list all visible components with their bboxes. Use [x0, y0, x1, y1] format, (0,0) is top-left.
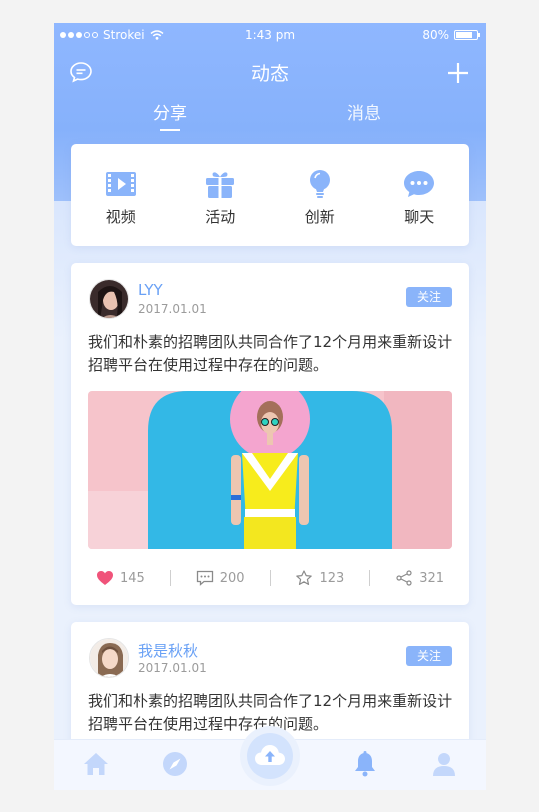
phone-screen: Strokei 1:43 pm 80% 动态 分享 消息 视频 活动 创新 聊天…	[54, 23, 486, 790]
status-bar: Strokei 1:43 pm 80%	[54, 23, 486, 47]
share-button[interactable]: 321	[370, 570, 469, 586]
status-time: 1:43 pm	[244, 28, 296, 42]
comment-button[interactable]: 200	[171, 570, 270, 586]
profile-icon[interactable]	[430, 750, 458, 778]
post-date: 2017.01.01	[138, 302, 207, 316]
tab-share[interactable]: 分享	[130, 99, 210, 124]
category-label: 聊天	[404, 208, 435, 226]
tab-active-indicator	[160, 129, 180, 131]
post-date: 2017.01.01	[138, 661, 207, 675]
post-username[interactable]: 我是秋秋	[138, 640, 198, 661]
upload-icon	[255, 745, 285, 765]
compass-icon[interactable]	[161, 750, 189, 778]
chat-icon	[404, 171, 435, 197]
category-video[interactable]: 视频	[71, 144, 171, 246]
category-label: 活动	[205, 208, 236, 226]
bell-icon[interactable]	[351, 750, 379, 778]
share-icon	[396, 570, 412, 586]
heart-icon	[96, 571, 113, 585]
category-label: 视频	[105, 208, 136, 226]
upload-button[interactable]	[240, 726, 300, 786]
comment-count: 200	[219, 570, 245, 586]
category-card: 视频 活动 创新 聊天	[71, 144, 469, 246]
upload-button-inner	[247, 733, 293, 779]
follow-button[interactable]: 关注	[406, 646, 452, 666]
category-activity[interactable]: 活动	[171, 144, 271, 246]
star-count: 123	[319, 570, 345, 586]
home-icon[interactable]	[82, 750, 110, 778]
share-count: 321	[419, 570, 445, 586]
video-icon	[105, 172, 136, 196]
post-card: LYY 2017.01.01 关注 我们和朴素的招聘团队共同合作了12个月用来重…	[71, 263, 469, 605]
category-chat[interactable]: 聊天	[370, 144, 470, 246]
page-title: 动态	[250, 63, 289, 85]
tab-bar-top: 分享 消息	[54, 99, 486, 135]
plus-icon[interactable]	[446, 61, 470, 85]
follow-button[interactable]: 关注	[406, 287, 452, 307]
avatar[interactable]	[89, 279, 129, 319]
star-icon	[296, 570, 313, 585]
post-username[interactable]: LYY	[138, 281, 163, 299]
like-button[interactable]: 145	[71, 570, 170, 586]
like-count: 145	[119, 570, 145, 586]
battery-percent: 80%	[422, 28, 449, 42]
tab-messages[interactable]: 消息	[324, 99, 404, 124]
star-button[interactable]: 123	[271, 570, 370, 586]
post-actions: 145 200 123 321	[71, 563, 469, 593]
category-innovation[interactable]: 创新	[270, 144, 370, 246]
gift-icon	[206, 172, 235, 198]
comment-icon	[196, 570, 213, 586]
lightbulb-icon	[309, 170, 330, 198]
category-label: 创新	[304, 208, 335, 226]
status-right: 80%	[422, 28, 480, 42]
avatar[interactable]	[89, 638, 129, 678]
post-text: 我们和朴素的招聘团队共同合作了12个月用来重新设计招聘平台在使用过程中存在的问题…	[88, 333, 453, 374]
post-image[interactable]	[88, 391, 452, 549]
battery-icon	[454, 30, 480, 40]
